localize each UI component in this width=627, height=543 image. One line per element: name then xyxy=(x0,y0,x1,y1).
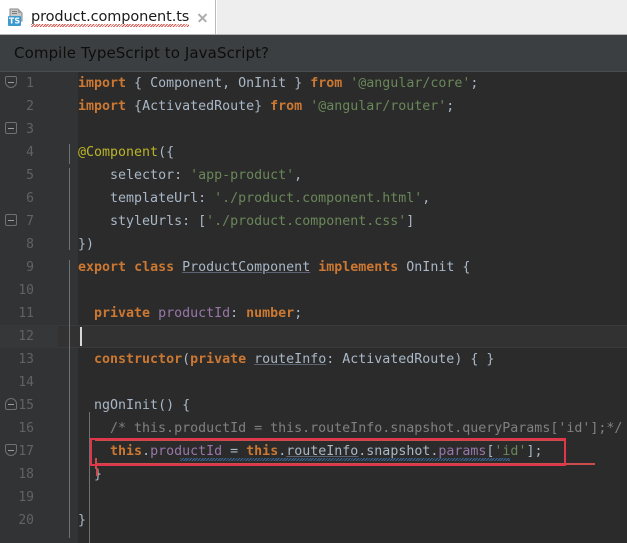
line-number: 15 xyxy=(18,398,34,413)
close-icon[interactable] xyxy=(196,11,209,24)
code-line-text-20: } xyxy=(78,513,87,528)
line-number: 9 xyxy=(26,260,34,275)
code-line-6: 6 templateUrl: './product.component.html… xyxy=(0,187,627,210)
code-line-12: 12 xyxy=(0,325,627,348)
line-number: 11 xyxy=(18,306,34,321)
error-marker xyxy=(95,458,97,468)
code-line-19: 19 xyxy=(0,486,627,509)
code-line-4: 4 @Component({ xyxy=(0,141,627,226)
code-line-16: 16 /* this.productId = this.routeInfo.sn… xyxy=(0,417,627,440)
code-editor[interactable]: 1 import { Component, OnInit } from '@an… xyxy=(0,72,627,543)
typescript-file-icon: TS xyxy=(7,8,25,27)
line-number: 19 xyxy=(18,490,34,505)
code-line-text-16: /* this.productId = this.routeInfo.snaps… xyxy=(78,421,623,436)
code-line-5: 5 selector: 'app-product', xyxy=(0,164,627,187)
code-line-8: 8 }) xyxy=(0,233,627,410)
line-number: 6 xyxy=(26,191,34,206)
code-line-text-2: import {ActivatedRoute} from '@angular/r… xyxy=(78,99,455,114)
code-line-7: 7 styleUrls: ['./product.component.css'] xyxy=(0,210,627,233)
code-line-text-11: private productId: number; xyxy=(94,306,303,321)
code-line-2: 2 import {ActivatedRoute} from '@angular… xyxy=(0,95,627,134)
code-line-15: 15 I ngOnInit() { xyxy=(0,394,627,417)
line-number: 8 xyxy=(26,237,34,252)
code-line-10: 10 xyxy=(0,279,627,302)
line-number: 13 xyxy=(18,352,34,367)
line-number: 4 xyxy=(26,145,34,160)
warning-squiggle xyxy=(180,458,510,461)
line-number: 14 xyxy=(18,375,34,390)
editor-tab-label: product.component.ts xyxy=(31,9,190,27)
error-underline xyxy=(95,439,565,441)
line-number: 16 xyxy=(18,421,34,436)
svg-text:TS: TS xyxy=(9,16,20,25)
dialog-title-text: Compile TypeScript to JavaScript? xyxy=(14,44,270,62)
code-line-3: 3 xyxy=(0,118,627,141)
code-line-text-5: selector: 'app-product', xyxy=(110,168,303,183)
code-line-text-4: @Component({ xyxy=(78,145,175,160)
code-line-20: 20 } xyxy=(0,509,627,532)
fold-marker-icon[interactable] xyxy=(5,75,18,90)
code-line-14: 14 xyxy=(0,371,627,394)
code-line-text-15: ngOnInit() { xyxy=(94,398,191,413)
code-line-1: 1 import { Component, OnInit } from '@an… xyxy=(0,72,627,95)
line-number: 10 xyxy=(18,283,34,298)
line-number: 7 xyxy=(26,214,34,229)
line-number: 3 xyxy=(26,122,34,137)
code-line-9: 9 export class ProductComponent implemen… xyxy=(0,256,627,456)
line-number: 5 xyxy=(26,168,34,183)
error-underline xyxy=(95,463,595,465)
editor-tab-bar: TS product.component.ts xyxy=(0,0,627,35)
code-line-13: 13 constructor(private routeInfo: Activa… xyxy=(0,348,627,371)
line-number: 12 xyxy=(18,329,34,344)
code-line-text-8: }) xyxy=(78,237,95,252)
code-line-text-1: import { Component, OnInit } from '@angu… xyxy=(78,76,479,91)
editor-tab-product-component-ts[interactable]: TS product.component.ts xyxy=(0,0,217,34)
dialog-title-bar: Compile TypeScript to JavaScript? xyxy=(0,35,627,72)
code-line-text-7: styleUrls: ['./product.component.css'] xyxy=(110,214,415,229)
code-line-text-6: templateUrl: './product.component.html', xyxy=(110,191,431,206)
code-line-text-13: constructor(private routeInfo: Activated… xyxy=(94,352,495,367)
error-marker xyxy=(96,468,98,476)
code-line-text-9: export class ProductComponent implements… xyxy=(78,260,471,275)
line-number: 2 xyxy=(26,99,34,114)
code-line-text-18: } xyxy=(78,467,103,482)
line-number: 18 xyxy=(18,467,34,482)
tab-bar-empty-area xyxy=(216,0,627,34)
ide-window: TS product.component.ts Compile TypeScri… xyxy=(0,0,627,543)
line-number: 20 xyxy=(18,513,34,528)
line-number: 17 xyxy=(18,444,34,459)
code-line-11: 11 private productId: number; xyxy=(0,302,627,325)
